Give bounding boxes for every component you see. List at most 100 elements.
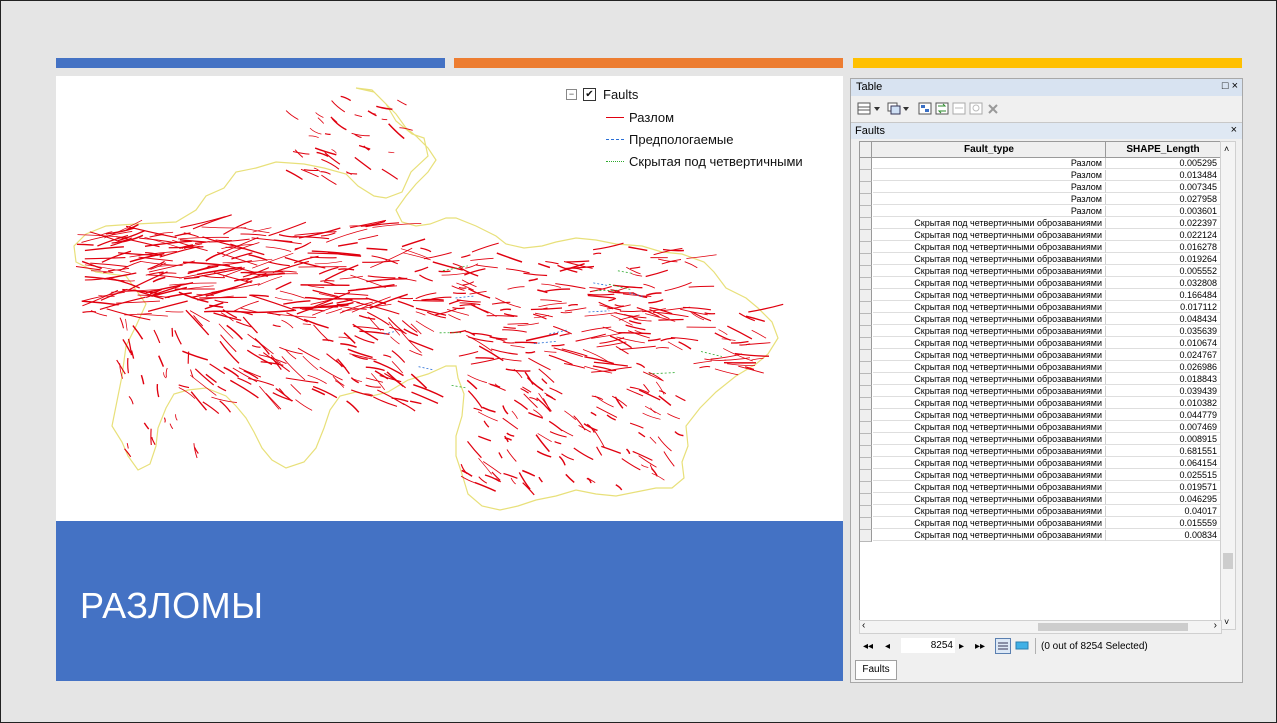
cell-shape-length[interactable]: 0.039439	[1106, 386, 1220, 397]
cell-fault-type[interactable]: Разлом	[873, 194, 1106, 205]
cell-fault-type[interactable]: Скрытая под четвертичными оброзаваниями	[873, 422, 1106, 433]
cell-shape-length[interactable]: 0.005552	[1106, 266, 1220, 277]
table-row[interactable]: Скрытая под четвертичными оброзаваниями 0…	[860, 326, 1221, 338]
cell-fault-type[interactable]: Скрытая под четвертичными оброзаваниями	[873, 470, 1106, 481]
row-selector[interactable]	[860, 314, 872, 326]
table-row[interactable]: Скрытая под четвертичными оброзаваниями 0…	[860, 374, 1221, 386]
table-row[interactable]: Скрытая под четвертичными оброзаваниями 0…	[860, 254, 1221, 266]
cell-shape-length[interactable]: 0.013484	[1106, 170, 1220, 181]
dropdown-arrow-icon-2[interactable]	[902, 102, 910, 115]
row-selector[interactable]	[860, 230, 872, 242]
horizontal-scrollbar[interactable]: ‹ ›	[859, 620, 1222, 634]
table-row[interactable]: Скрытая под четвертичными оброзаваниями 0…	[860, 362, 1221, 374]
cell-fault-type[interactable]: Скрытая под четвертичными оброзаваниями	[873, 254, 1106, 265]
row-selector[interactable]	[860, 170, 872, 182]
table-row[interactable]: Разлом 0.005295	[860, 158, 1221, 170]
table-row[interactable]: Скрытая под четвертичными оброзаваниями 0…	[860, 338, 1221, 350]
row-selector[interactable]	[860, 362, 872, 374]
collapse-icon[interactable]: −	[566, 88, 577, 100]
cell-fault-type[interactable]: Скрытая под четвертичными оброзаваниями	[873, 230, 1106, 241]
cell-fault-type[interactable]: Скрытая под четвертичными оброзаваниями	[873, 386, 1106, 397]
cell-shape-length[interactable]: 0.017112	[1106, 302, 1220, 313]
cell-shape-length[interactable]: 0.048434	[1106, 314, 1220, 325]
row-selector[interactable]	[860, 458, 872, 470]
cell-fault-type[interactable]: Скрытая под четвертичными оброзаваниями	[873, 374, 1106, 385]
table-row[interactable]: Разлом 0.007345	[860, 182, 1221, 194]
table-row[interactable]: Скрытая под четвертичными оброзаваниями 0…	[860, 470, 1221, 482]
cell-fault-type[interactable]: Скрытая под четвертичными оброзаваниями	[873, 302, 1106, 313]
row-selector[interactable]	[860, 482, 872, 494]
row-selector[interactable]	[860, 530, 872, 542]
next-record-button[interactable]: ▸	[959, 641, 964, 652]
select-by-attributes-icon[interactable]	[918, 102, 932, 115]
row-selector[interactable]	[860, 326, 872, 338]
cell-shape-length[interactable]: 0.035639	[1106, 326, 1220, 337]
table-row[interactable]: Скрытая под четвертичными оброзаваниями 0…	[860, 314, 1221, 326]
first-record-button[interactable]: ◂◂	[863, 641, 873, 652]
row-selector[interactable]	[860, 242, 872, 254]
table-row[interactable]: Скрытая под четвертичными оброзаваниями 0…	[860, 518, 1221, 530]
header-selector[interactable]	[860, 142, 872, 157]
table-options-icon[interactable]	[857, 102, 871, 115]
cell-fault-type[interactable]: Скрытая под четвертичными оброзаваниями	[873, 434, 1106, 445]
scroll-right-icon[interactable]: ›	[1214, 620, 1217, 631]
delete-selected-icon[interactable]	[986, 102, 1000, 115]
table-row[interactable]: Скрытая под четвертичными оброзаваниями 0…	[860, 398, 1221, 410]
table-row[interactable]: Скрытая под четвертичными оброзаваниями 0…	[860, 290, 1221, 302]
table-row[interactable]: Скрытая под четвертичными оброзаваниями 0…	[860, 350, 1221, 362]
cell-shape-length[interactable]: 0.019571	[1106, 482, 1220, 493]
layer-checkbox[interactable]: ✔	[583, 87, 596, 101]
row-selector[interactable]	[860, 422, 872, 434]
cell-fault-type[interactable]: Скрытая под четвертичными оброзаваниями	[873, 338, 1106, 349]
cell-shape-length[interactable]: 0.024767	[1106, 350, 1220, 361]
cell-shape-length[interactable]: 0.027958	[1106, 194, 1220, 205]
row-selector[interactable]	[860, 350, 872, 362]
row-selector[interactable]	[860, 194, 872, 206]
row-selector[interactable]	[860, 254, 872, 266]
vertical-scrollbar[interactable]: ˄ ˅	[1220, 141, 1236, 630]
cell-shape-length[interactable]: 0.025515	[1106, 470, 1220, 481]
row-selector[interactable]	[860, 278, 872, 290]
switch-selection-icon[interactable]	[935, 102, 949, 115]
zoom-to-selected-icon[interactable]	[969, 102, 983, 115]
table-row[interactable]: Разлом 0.003601	[860, 206, 1221, 218]
cell-shape-length[interactable]: 0.681551	[1106, 446, 1220, 457]
cell-fault-type[interactable]: Скрытая под четвертичными оброзаваниями	[873, 242, 1106, 253]
table-row[interactable]: Скрытая под четвертичными оброзаваниями 0…	[860, 482, 1221, 494]
cell-shape-length[interactable]: 0.032808	[1106, 278, 1220, 289]
cell-fault-type[interactable]: Скрытая под четвертичными оброзаваниями	[873, 530, 1106, 541]
cell-fault-type[interactable]: Скрытая под четвертичными оброзаваниями	[873, 506, 1106, 517]
row-selector[interactable]	[860, 206, 872, 218]
scroll-left-icon[interactable]: ‹	[862, 620, 865, 631]
related-tables-icon[interactable]	[887, 102, 901, 115]
row-selector[interactable]	[860, 446, 872, 458]
row-selector[interactable]	[860, 398, 872, 410]
table-row[interactable]: Скрытая под четвертичными оброзаваниями 0…	[860, 434, 1221, 446]
row-selector[interactable]	[860, 266, 872, 278]
row-selector[interactable]	[860, 518, 872, 530]
cell-shape-length[interactable]: 0.008915	[1106, 434, 1220, 445]
vertical-scroll-thumb[interactable]	[1223, 553, 1233, 569]
cell-fault-type[interactable]: Скрытая под четвертичными оброзаваниями	[873, 398, 1106, 409]
cell-shape-length[interactable]: 0.026986	[1106, 362, 1220, 373]
cell-fault-type[interactable]: Скрытая под четвертичными оброзаваниями	[873, 266, 1106, 277]
scroll-up-icon[interactable]: ˄	[1224, 144, 1229, 154]
cell-fault-type[interactable]: Скрытая под четвертичными оброзаваниями	[873, 458, 1106, 469]
cell-fault-type[interactable]: Скрытая под четвертичными оброзаваниями	[873, 278, 1106, 289]
table-row[interactable]: Скрытая под четвертичными оброзаваниями 0…	[860, 458, 1221, 470]
row-selector[interactable]	[860, 302, 872, 314]
table-row[interactable]: Разлом 0.027958	[860, 194, 1221, 206]
cell-fault-type[interactable]: Скрытая под четвертичными оброзаваниями	[873, 410, 1106, 421]
table-row[interactable]: Скрытая под четвертичными оброзаваниями 0…	[860, 386, 1221, 398]
cell-fault-type[interactable]: Скрытая под четвертичными оброзаваниями	[873, 350, 1106, 361]
current-record-field[interactable]: 8254	[901, 638, 955, 653]
cell-shape-length[interactable]: 0.016278	[1106, 242, 1220, 253]
table-tab-faults[interactable]: Faults	[855, 660, 897, 680]
show-all-records-icon[interactable]	[995, 638, 1011, 654]
row-selector[interactable]	[860, 470, 872, 482]
cell-shape-length[interactable]: 0.003601	[1106, 206, 1220, 217]
row-selector[interactable]	[860, 374, 872, 386]
row-selector[interactable]	[860, 410, 872, 422]
cell-shape-length[interactable]: 0.005295	[1106, 158, 1220, 169]
cell-fault-type[interactable]: Разлом	[873, 158, 1106, 169]
